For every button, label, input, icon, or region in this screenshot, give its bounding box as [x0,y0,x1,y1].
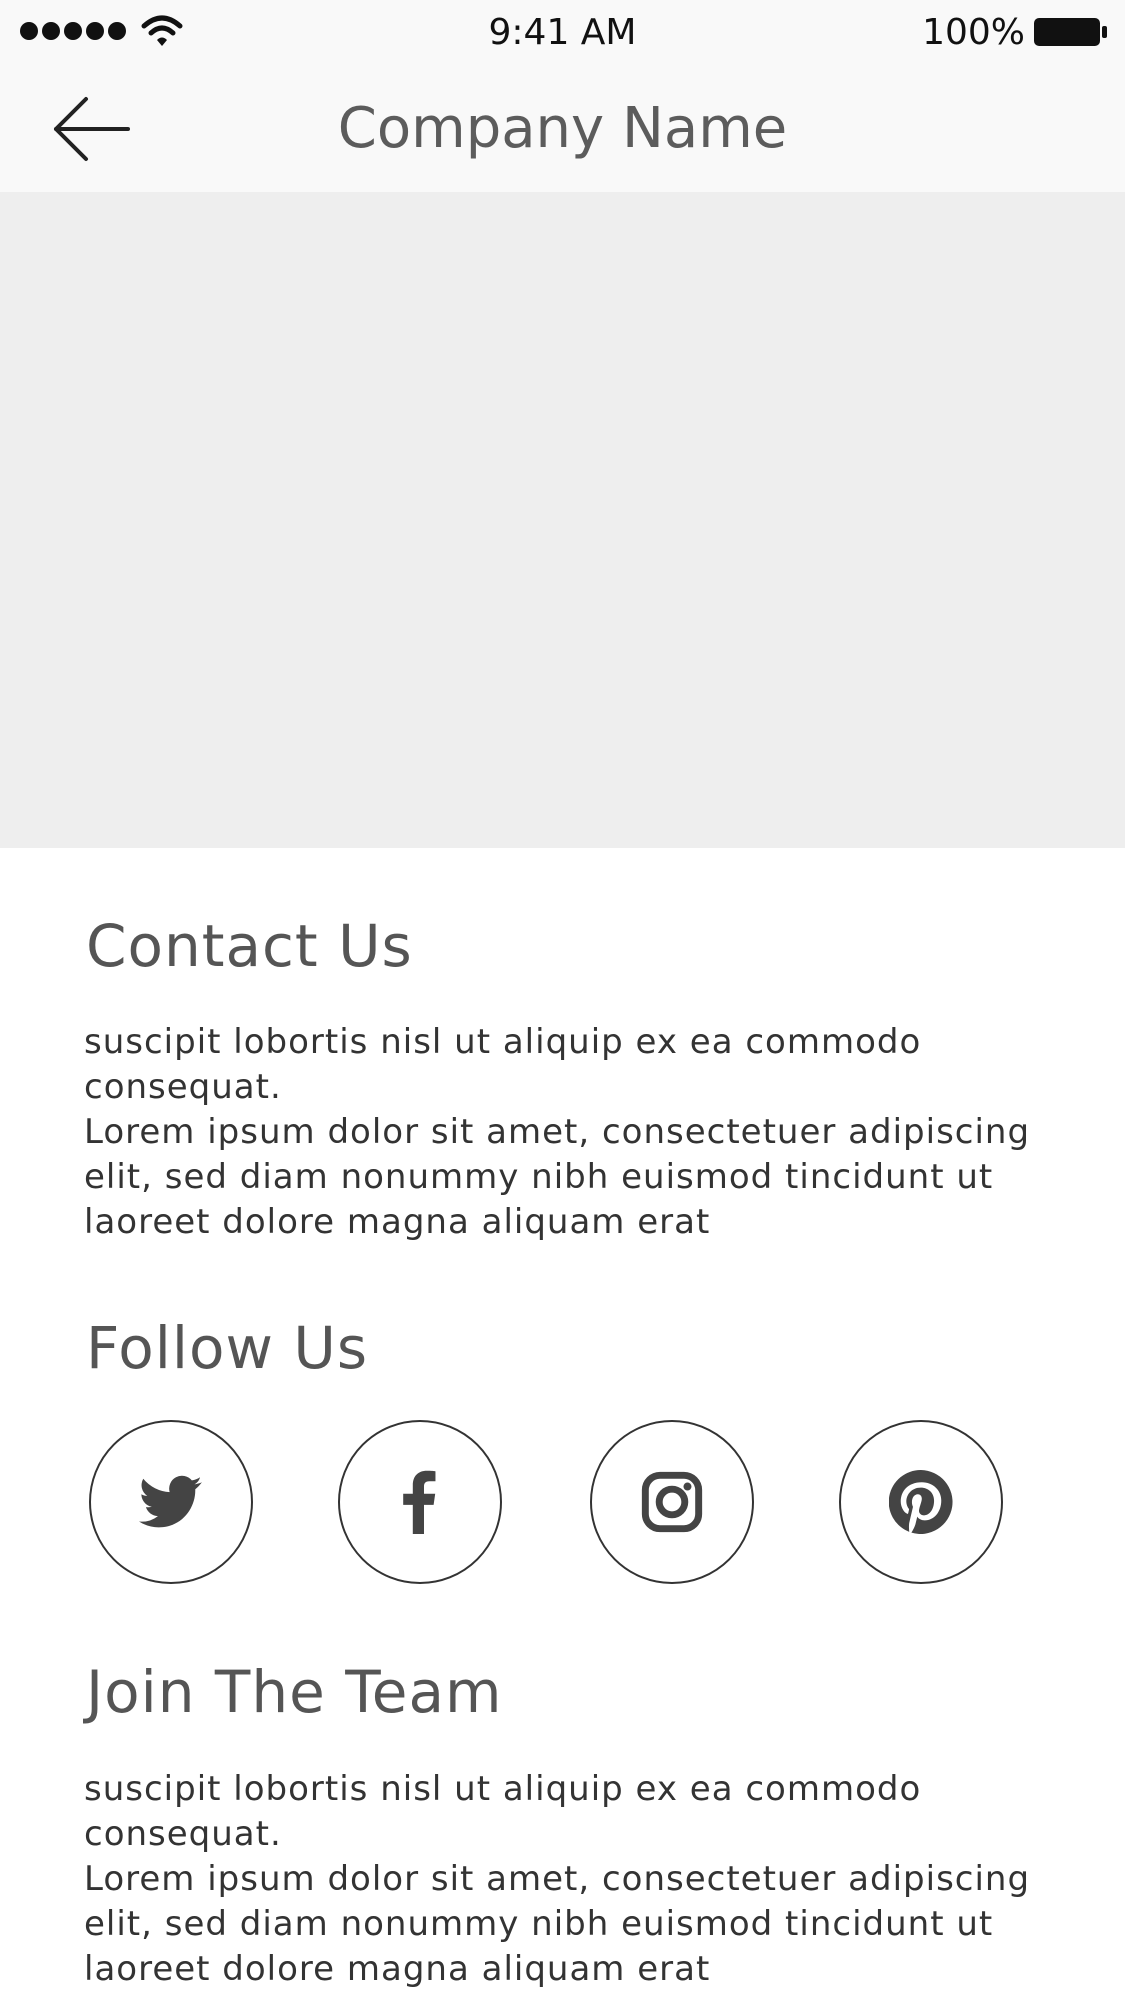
contact-text-line2: Lorem ipsum dolor sit amet, consectetuer… [84,1112,1031,1242]
contact-text-line1: suscipit lobortis nisl ut aliquip ex ea … [84,1022,922,1107]
battery-icon [1034,18,1107,46]
join-body: suscipit lobortis nisl ut aliquip ex ea … [84,1767,1064,1992]
battery-percentage: 100% [922,12,1025,53]
navigation-bar: Company Name [0,66,1125,192]
twitter-icon [139,1475,202,1528]
status-bar: 9:41 AM 100% [0,0,1125,66]
follow-heading: Follow Us [86,1314,369,1382]
join-text-line2: Lorem ipsum dolor sit amet, consectetuer… [84,1859,1031,1989]
twitter-button[interactable] [89,1420,253,1584]
pinterest-icon [889,1470,953,1534]
page-title: Company Name [337,96,788,161]
facebook-icon [403,1470,436,1534]
instagram-button[interactable] [590,1420,754,1584]
contact-body: suscipit lobortis nisl ut aliquip ex ea … [84,1020,1064,1245]
contact-heading: Contact Us [86,912,413,980]
facebook-button[interactable] [338,1420,502,1584]
join-heading: Join The Team [86,1658,503,1726]
join-text-line1: suscipit lobortis nisl ut aliquip ex ea … [84,1769,922,1854]
hero-image-placeholder [0,192,1125,848]
social-links [0,1420,1125,1588]
instagram-icon [641,1471,703,1533]
pinterest-button[interactable] [839,1420,1003,1584]
